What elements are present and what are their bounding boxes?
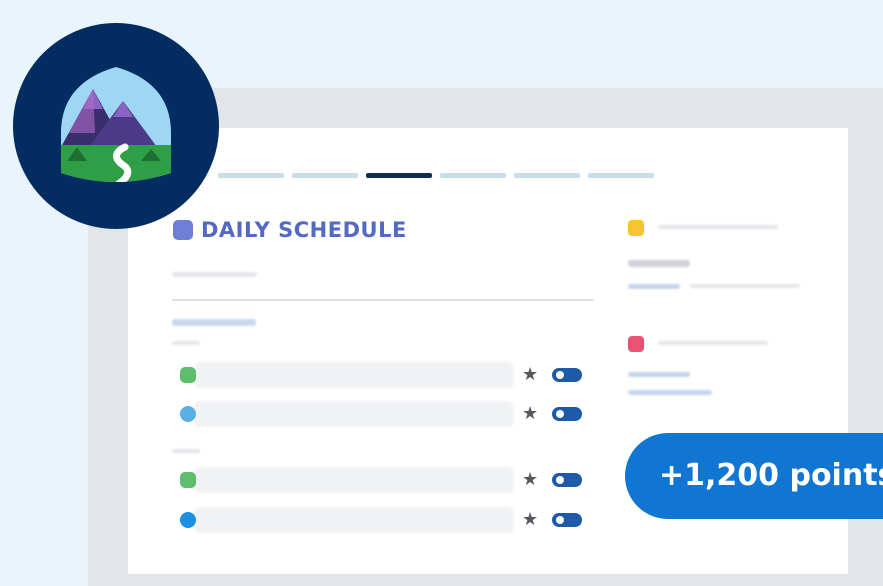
placeholder-text: [690, 284, 800, 288]
progress-segment: [440, 173, 506, 178]
placeholder-link: [628, 284, 680, 289]
progress-segment: [588, 173, 654, 178]
task-row[interactable]: ★: [172, 399, 592, 429]
placeholder-link: [628, 372, 690, 377]
task-row[interactable]: ★: [172, 465, 592, 495]
task-status-dot: [180, 472, 196, 488]
task-status-dot: [180, 406, 196, 422]
toggle-knob: [556, 476, 564, 484]
task-row[interactable]: ★: [172, 505, 592, 535]
section-label: [172, 319, 256, 326]
toggle-switch[interactable]: [552, 513, 582, 527]
task-row[interactable]: ★: [172, 360, 592, 390]
placeholder-text: [172, 272, 257, 277]
placeholder-text: [658, 225, 778, 229]
task-text: [194, 362, 514, 388]
mountain-trail-icon: [13, 23, 219, 229]
star-icon[interactable]: ★: [522, 363, 538, 387]
progress-segment: [218, 173, 284, 178]
toggle-knob: [556, 516, 564, 524]
side-card-2: [618, 328, 818, 408]
group-label: [172, 449, 200, 453]
placeholder-text: [628, 260, 690, 267]
progress-segment: [514, 173, 580, 178]
placeholder-text: [658, 341, 768, 345]
task-text: [194, 467, 514, 493]
promo-stage: DAILY SCHEDULE ★ ★ ★ ★ +1,200 points: [0, 0, 883, 586]
badge-graphic: [61, 67, 171, 182]
toggle-switch[interactable]: [552, 473, 582, 487]
toggle-knob: [556, 410, 564, 418]
progress-segment: [292, 173, 358, 178]
pink-square-icon: [628, 336, 644, 352]
points-badge: +1,200 points: [625, 433, 883, 519]
progress-indicator: [218, 173, 654, 178]
toggle-switch[interactable]: [552, 407, 582, 421]
star-icon[interactable]: ★: [522, 468, 538, 492]
yellow-square-icon: [628, 220, 644, 236]
side-card-1: [618, 212, 818, 302]
group-label: [172, 341, 200, 345]
task-status-dot: [180, 367, 196, 383]
divider: [172, 299, 594, 301]
star-icon[interactable]: ★: [522, 402, 538, 426]
toggle-switch[interactable]: [552, 368, 582, 382]
task-status-dot: [180, 512, 196, 528]
task-text: [194, 401, 514, 427]
toggle-knob: [556, 371, 564, 379]
star-icon[interactable]: ★: [522, 508, 538, 532]
placeholder-link: [628, 390, 712, 395]
progress-segment-active: [366, 173, 432, 178]
task-text: [194, 507, 514, 533]
card-title: DAILY SCHEDULE: [201, 218, 407, 242]
